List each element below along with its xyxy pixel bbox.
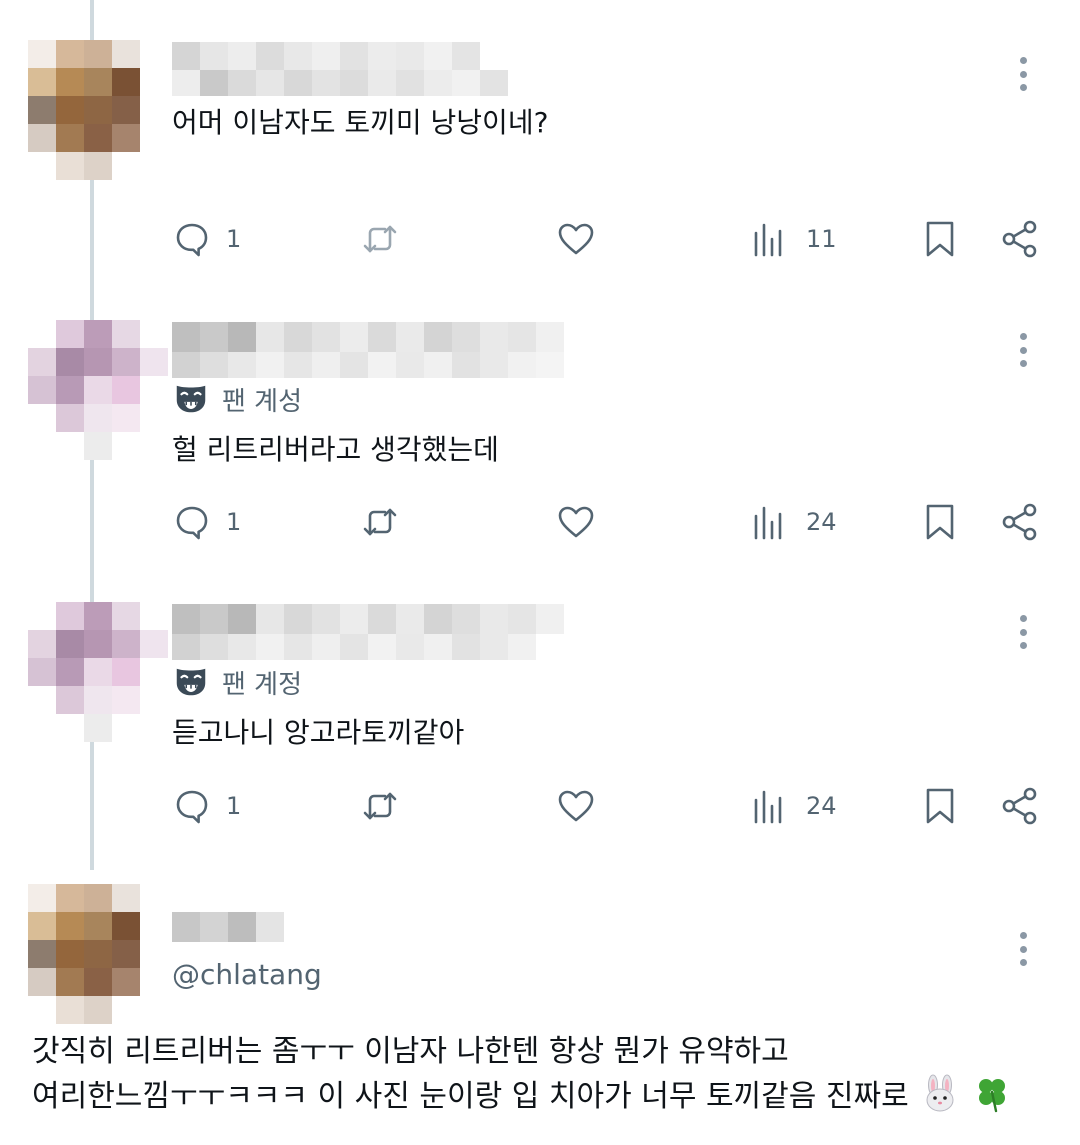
post-body: 갓직히 리트리버는 좀ㅜㅜ 이남자 나한텐 항상 뭔가 유약하고 여리한느낌ㅜㅜ… (32, 1030, 1062, 1119)
more-vertical-icon[interactable] (1019, 333, 1027, 367)
heart-icon (558, 790, 594, 822)
fan-account-badge: 팬 계성 (172, 380, 302, 418)
bar-chart-icon (754, 223, 782, 257)
speech-bubble-icon (176, 223, 208, 257)
post-text: 갓직히 리트리버는 좀ㅜㅜ 이남자 나한텐 항상 뭔가 유약하고 여리한느낌ㅜㅜ… (32, 1034, 909, 1114)
bookmark-icon (926, 504, 954, 540)
avatar[interactable] (28, 884, 168, 1024)
speech-bubble-icon (176, 506, 208, 540)
share-button[interactable] (1000, 497, 1040, 547)
fan-account-badge: 팬 계정 (172, 663, 302, 701)
reply-button[interactable]: 1 (172, 214, 241, 264)
reply-text: 헐 리트리버라고 생각했는데 (172, 433, 499, 466)
heart-icon (558, 223, 594, 255)
display-name-pixelated[interactable] (172, 42, 480, 72)
views-button[interactable]: 24 (752, 497, 837, 547)
repost-arrows-icon (363, 225, 397, 253)
reply-count: 1 (226, 508, 242, 536)
view-count: 11 (806, 225, 837, 253)
reply-text: 어머 이남자도 토끼미 낭낭이네? (172, 106, 549, 139)
display-name-pixelated[interactable] (172, 322, 564, 352)
reply-button[interactable]: 1 (172, 497, 241, 547)
handle-pixelated[interactable] (172, 352, 564, 378)
avatar[interactable] (28, 40, 168, 180)
repost-button[interactable] (360, 781, 400, 831)
views-button[interactable]: 24 (752, 781, 837, 831)
reply-text: 듣고나니 앙고라토끼같아 (172, 716, 465, 749)
like-button[interactable] (556, 214, 596, 264)
reply-button[interactable]: 1 (172, 781, 241, 831)
action-bar: 1 24 (0, 497, 1080, 547)
avatar[interactable] (28, 602, 168, 742)
bookmark-button[interactable] (920, 781, 960, 831)
repost-arrows-icon (363, 792, 397, 820)
views-button[interactable]: 11 (752, 214, 837, 264)
rabbit-face-icon (926, 1074, 954, 1112)
action-bar: 1 11 (0, 214, 1080, 264)
heart-icon (558, 506, 594, 538)
bar-chart-icon (754, 790, 782, 824)
like-button[interactable] (556, 497, 596, 547)
repost-button[interactable] (360, 214, 400, 264)
like-button[interactable] (556, 781, 596, 831)
bar-chart-icon (754, 506, 782, 540)
more-vertical-icon[interactable] (1019, 932, 1027, 966)
share-icon (1002, 220, 1037, 258)
repost-button[interactable] (360, 497, 400, 547)
share-button[interactable] (1000, 214, 1040, 264)
action-bar: 1 24 (0, 781, 1080, 831)
share-button[interactable] (1000, 781, 1040, 831)
speech-bubble-icon (176, 790, 208, 824)
share-icon (1002, 787, 1037, 825)
handle-pixelated[interactable] (172, 634, 536, 660)
view-count: 24 (806, 792, 837, 820)
reply-count: 1 (226, 792, 242, 820)
handle-pixelated[interactable] (172, 70, 508, 96)
display-name-pixelated[interactable] (172, 912, 284, 942)
reply-count: 1 (226, 225, 242, 253)
four-leaf-clover-icon (978, 1079, 1005, 1113)
more-vertical-icon[interactable] (1019, 615, 1027, 649)
repost-arrows-icon (363, 508, 397, 536)
fan-account-label: 팬 계정 (222, 669, 303, 700)
theater-mask-icon (176, 668, 206, 696)
fan-account-label: 팬 계성 (222, 386, 303, 417)
display-name-pixelated[interactable] (172, 604, 564, 634)
bookmark-button[interactable] (920, 214, 960, 264)
bookmark-button[interactable] (920, 497, 960, 547)
user-handle[interactable]: @chlatang (172, 958, 322, 991)
bookmark-icon (926, 788, 954, 824)
bookmark-icon (926, 221, 954, 257)
theater-mask-icon (176, 385, 206, 413)
share-icon (1002, 503, 1037, 541)
avatar[interactable] (28, 320, 168, 460)
view-count: 24 (806, 508, 837, 536)
more-vertical-icon[interactable] (1019, 57, 1027, 91)
